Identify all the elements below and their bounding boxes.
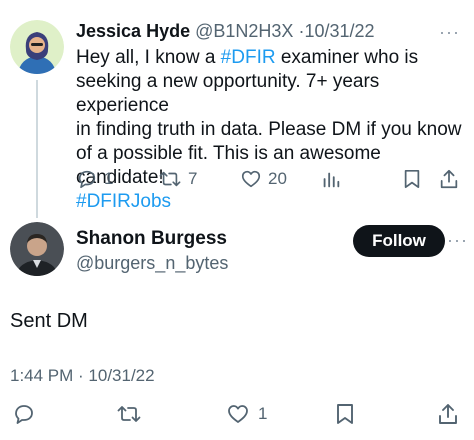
body-text: seeking a new opportunity. 7+ years expe… — [76, 71, 380, 116]
body-text: Hey all, I know a — [76, 47, 221, 68]
body-line: seeking a new opportunity. 7+ years expe… — [76, 70, 468, 118]
retweet-count: 7 — [188, 169, 198, 188]
hashtag-dfir[interactable]: #DFIR — [221, 47, 276, 68]
more-icon[interactable]: ··· — [447, 230, 468, 251]
reply-count: 1 — [104, 169, 114, 188]
body-text: in finding truth in data. Please DM if y… — [76, 119, 462, 140]
like-button[interactable]: 1 — [226, 402, 267, 426]
body-line: Hey all, I know a #DFIR examiner who is — [76, 46, 468, 70]
tweet-date[interactable]: 10/31/22 — [304, 21, 374, 41]
reply-text: Sent DM — [10, 310, 88, 332]
author-name[interactable]: Jessica Hyde — [76, 21, 190, 41]
avatar-illustration — [10, 20, 64, 74]
like-count: 20 — [268, 169, 287, 188]
retweet-icon — [159, 171, 181, 187]
reply-author-handle[interactable]: @burgers_n_bytes — [76, 253, 228, 274]
bookmark-icon — [337, 404, 353, 424]
parent-tweet[interactable]: Jessica Hyde @B1N2H3X ·10/31/22 ··· Hey … — [0, 0, 474, 218]
reply-button[interactable]: 1 — [76, 168, 113, 190]
body-text: examiner who is — [275, 47, 419, 68]
retweet-button[interactable]: 7 — [158, 168, 197, 190]
hashtag-dfirjobs[interactable]: #DFIRJobs — [76, 191, 171, 212]
author-avatar[interactable] — [10, 20, 64, 74]
like-button[interactable]: 20 — [240, 168, 287, 190]
bookmark-button[interactable] — [402, 168, 422, 190]
reply-author-avatar[interactable] — [10, 222, 64, 276]
parent-header: Jessica Hyde @B1N2H3X ·10/31/22 — [76, 20, 375, 42]
reply-timestamp[interactable]: 1:44 PM · 10/31/22 — [10, 366, 155, 386]
reply-header: Shanon Burgess @burgers_n_bytes Follow ·… — [10, 222, 470, 282]
share-icon — [439, 404, 457, 424]
reply-author-name[interactable]: Shanon Burgess — [76, 228, 227, 250]
heart-icon — [241, 170, 261, 188]
bookmark-icon — [404, 169, 420, 189]
reply-button[interactable] — [12, 402, 36, 426]
follow-button[interactable]: Follow — [353, 225, 445, 257]
retweet-icon — [117, 406, 141, 422]
share-icon — [440, 169, 458, 189]
retweet-button[interactable] — [116, 402, 142, 426]
analytics-button[interactable] — [320, 168, 342, 190]
share-button[interactable] — [438, 168, 460, 190]
author-handle[interactable]: @B1N2H3X — [195, 21, 293, 41]
like-count: 1 — [258, 404, 268, 423]
thread-line — [36, 80, 38, 218]
more-icon[interactable]: ··· — [439, 22, 460, 43]
share-button[interactable] — [436, 402, 460, 426]
reply-icon — [15, 405, 33, 424]
body-line: in finding truth in data. Please DM if y… — [76, 118, 468, 142]
reply-icon — [78, 170, 96, 189]
reply-actions: 1 — [0, 402, 474, 432]
tweet-actions: 1 7 20 — [76, 168, 466, 194]
heart-icon — [228, 405, 248, 423]
analytics-icon — [323, 172, 340, 188]
bookmark-button[interactable] — [334, 402, 356, 426]
